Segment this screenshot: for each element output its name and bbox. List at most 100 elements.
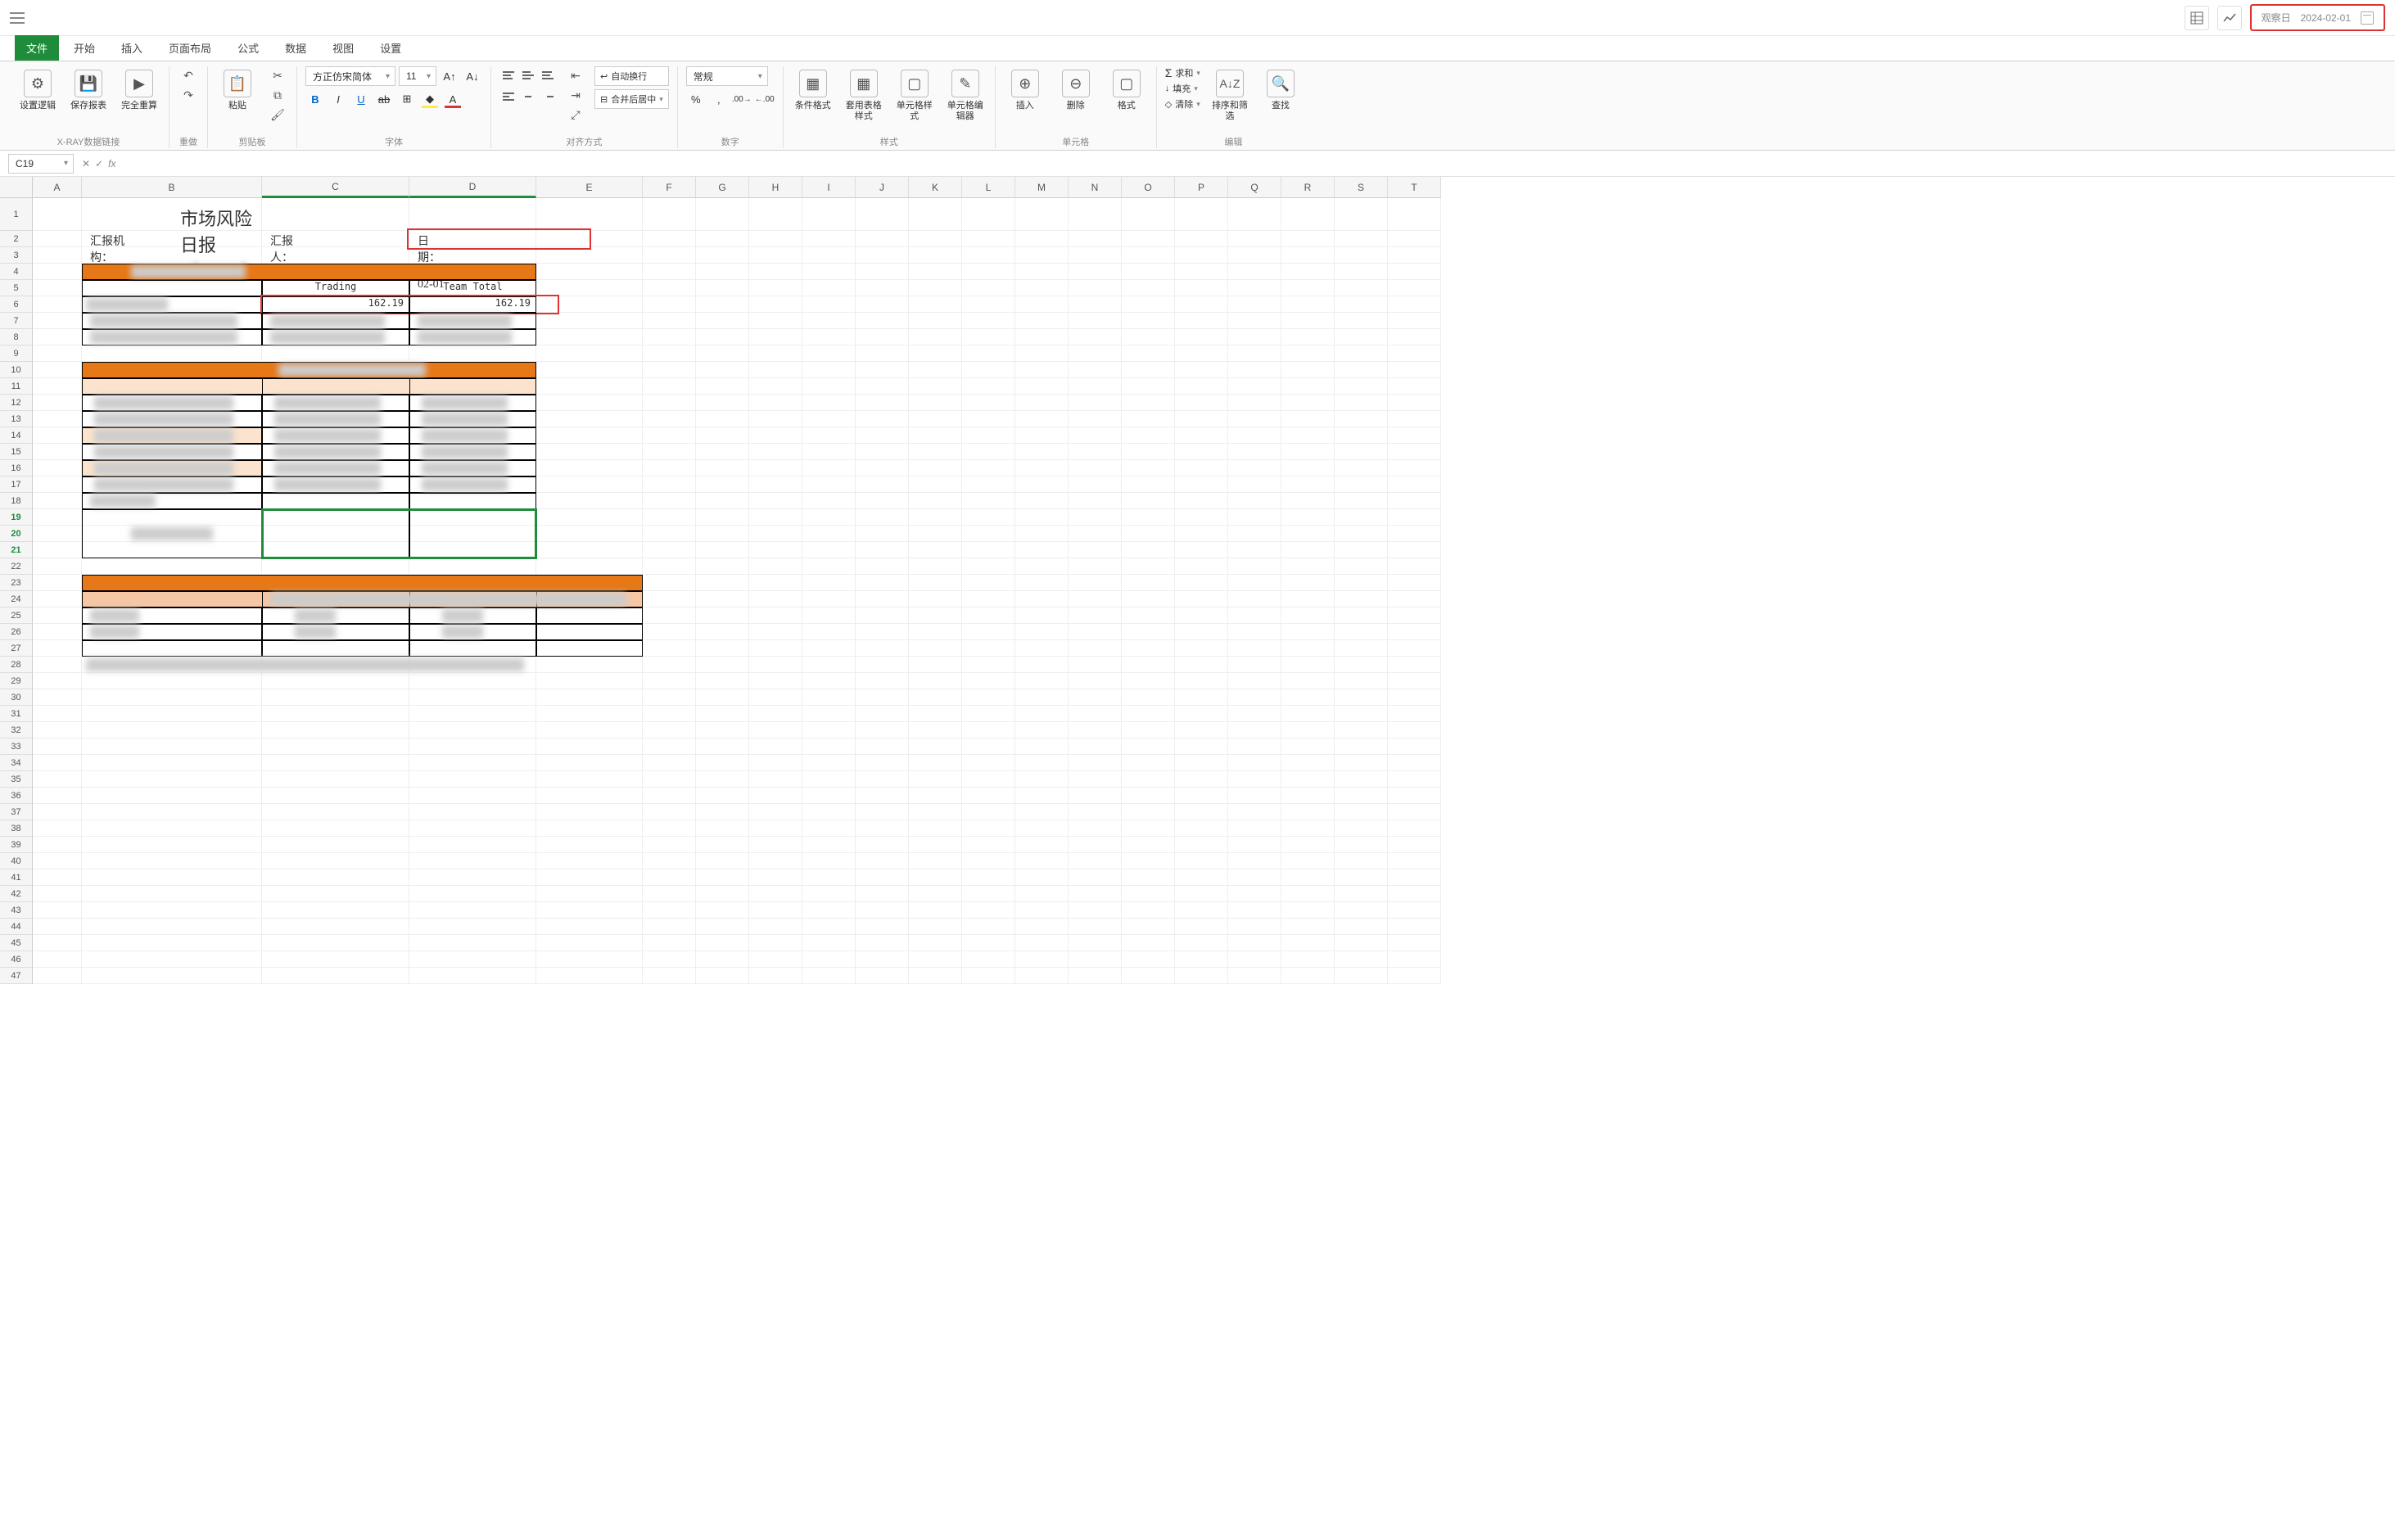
cell[interactable] <box>1175 476 1228 493</box>
cell[interactable] <box>33 657 82 673</box>
cell[interactable] <box>962 951 1015 968</box>
cell[interactable] <box>909 575 962 591</box>
cell[interactable] <box>82 951 262 968</box>
cell[interactable] <box>643 886 696 902</box>
cell[interactable] <box>1015 657 1069 673</box>
row-header-40[interactable]: 40 <box>0 853 33 869</box>
cell[interactable] <box>409 853 536 869</box>
row-header-19[interactable]: 19 <box>0 509 33 526</box>
cell[interactable] <box>643 919 696 935</box>
cell[interactable] <box>749 951 802 968</box>
cell[interactable] <box>643 935 696 951</box>
table-cell[interactable] <box>409 640 536 657</box>
cell[interactable] <box>643 313 696 329</box>
cell[interactable] <box>696 378 749 395</box>
cell[interactable] <box>1228 591 1281 607</box>
cell[interactable] <box>962 673 1015 689</box>
cell[interactable] <box>262 804 409 820</box>
cell[interactable] <box>536 804 643 820</box>
cell[interactable] <box>749 591 802 607</box>
cell[interactable] <box>802 673 856 689</box>
cell[interactable] <box>1388 935 1441 951</box>
cell[interactable] <box>1175 902 1228 919</box>
cell[interactable] <box>1069 804 1122 820</box>
cell[interactable] <box>1175 247 1228 264</box>
cell[interactable] <box>1069 558 1122 575</box>
cell[interactable] <box>1388 509 1441 526</box>
cell[interactable] <box>33 804 82 820</box>
cell[interactable] <box>962 607 1015 624</box>
cell[interactable] <box>1228 329 1281 345</box>
row-header-37[interactable]: 37 <box>0 804 33 820</box>
cell[interactable] <box>1228 640 1281 657</box>
cell[interactable] <box>1122 247 1175 264</box>
cell[interactable] <box>696 280 749 296</box>
cell[interactable] <box>802 280 856 296</box>
cell[interactable] <box>262 198 409 231</box>
table-cell[interactable] <box>82 280 262 296</box>
cell[interactable] <box>1228 395 1281 411</box>
strikethrough-button[interactable]: ab <box>374 89 394 109</box>
cell[interactable] <box>33 509 82 526</box>
cell[interactable] <box>749 624 802 640</box>
cell[interactable] <box>1335 738 1388 755</box>
col-header-I[interactable]: I <box>802 177 856 198</box>
row-header-1[interactable]: 1 <box>0 198 33 231</box>
cell[interactable] <box>643 247 696 264</box>
cell[interactable] <box>749 919 802 935</box>
cell[interactable] <box>909 722 962 738</box>
cell[interactable] <box>1228 886 1281 902</box>
cell[interactable] <box>1335 247 1388 264</box>
cell[interactable] <box>962 902 1015 919</box>
cell[interactable] <box>643 345 696 362</box>
cell[interactable] <box>962 640 1015 657</box>
fx-icon[interactable]: fx <box>108 158 115 169</box>
cell[interactable] <box>82 673 262 689</box>
cell[interactable] <box>1335 657 1388 673</box>
table-cell[interactable] <box>262 509 409 558</box>
cell[interactable] <box>802 575 856 591</box>
table-cell[interactable] <box>409 493 536 509</box>
row-header-5[interactable]: 5 <box>0 280 33 296</box>
cell[interactable] <box>909 247 962 264</box>
col-header-trading[interactable]: Trading <box>262 280 409 296</box>
cell[interactable] <box>1388 624 1441 640</box>
cell[interactable] <box>749 607 802 624</box>
cell[interactable] <box>909 919 962 935</box>
cell[interactable] <box>1015 788 1069 804</box>
cell[interactable] <box>909 509 962 526</box>
cell[interactable] <box>1281 575 1335 591</box>
cell[interactable] <box>1122 624 1175 640</box>
cell[interactable] <box>1228 935 1281 951</box>
cell[interactable] <box>82 558 262 575</box>
cell[interactable] <box>643 722 696 738</box>
row-header-35[interactable]: 35 <box>0 771 33 788</box>
cell[interactable] <box>802 509 856 526</box>
cell[interactable] <box>1388 231 1441 247</box>
cell[interactable] <box>696 657 749 673</box>
cell[interactable] <box>856 706 909 722</box>
cell[interactable] <box>1069 345 1122 362</box>
cell[interactable] <box>856 837 909 853</box>
cell[interactable] <box>856 902 909 919</box>
cell[interactable] <box>82 755 262 771</box>
cell[interactable] <box>1069 853 1122 869</box>
cell[interactable] <box>802 788 856 804</box>
cell[interactable] <box>1122 771 1175 788</box>
cell[interactable] <box>909 968 962 984</box>
cell[interactable] <box>1388 886 1441 902</box>
cell[interactable] <box>536 869 643 886</box>
cell[interactable] <box>1122 362 1175 378</box>
cell[interactable] <box>1015 526 1069 542</box>
cell[interactable] <box>1228 788 1281 804</box>
cell[interactable] <box>1228 378 1281 395</box>
cell[interactable] <box>909 493 962 509</box>
align-center-button[interactable] <box>519 88 537 106</box>
cell[interactable] <box>696 755 749 771</box>
cell[interactable] <box>749 231 802 247</box>
col-header-S[interactable]: S <box>1335 177 1388 198</box>
cell[interactable] <box>749 264 802 280</box>
cell[interactable] <box>1388 395 1441 411</box>
cell[interactable] <box>1388 296 1441 313</box>
cell[interactable] <box>1015 706 1069 722</box>
